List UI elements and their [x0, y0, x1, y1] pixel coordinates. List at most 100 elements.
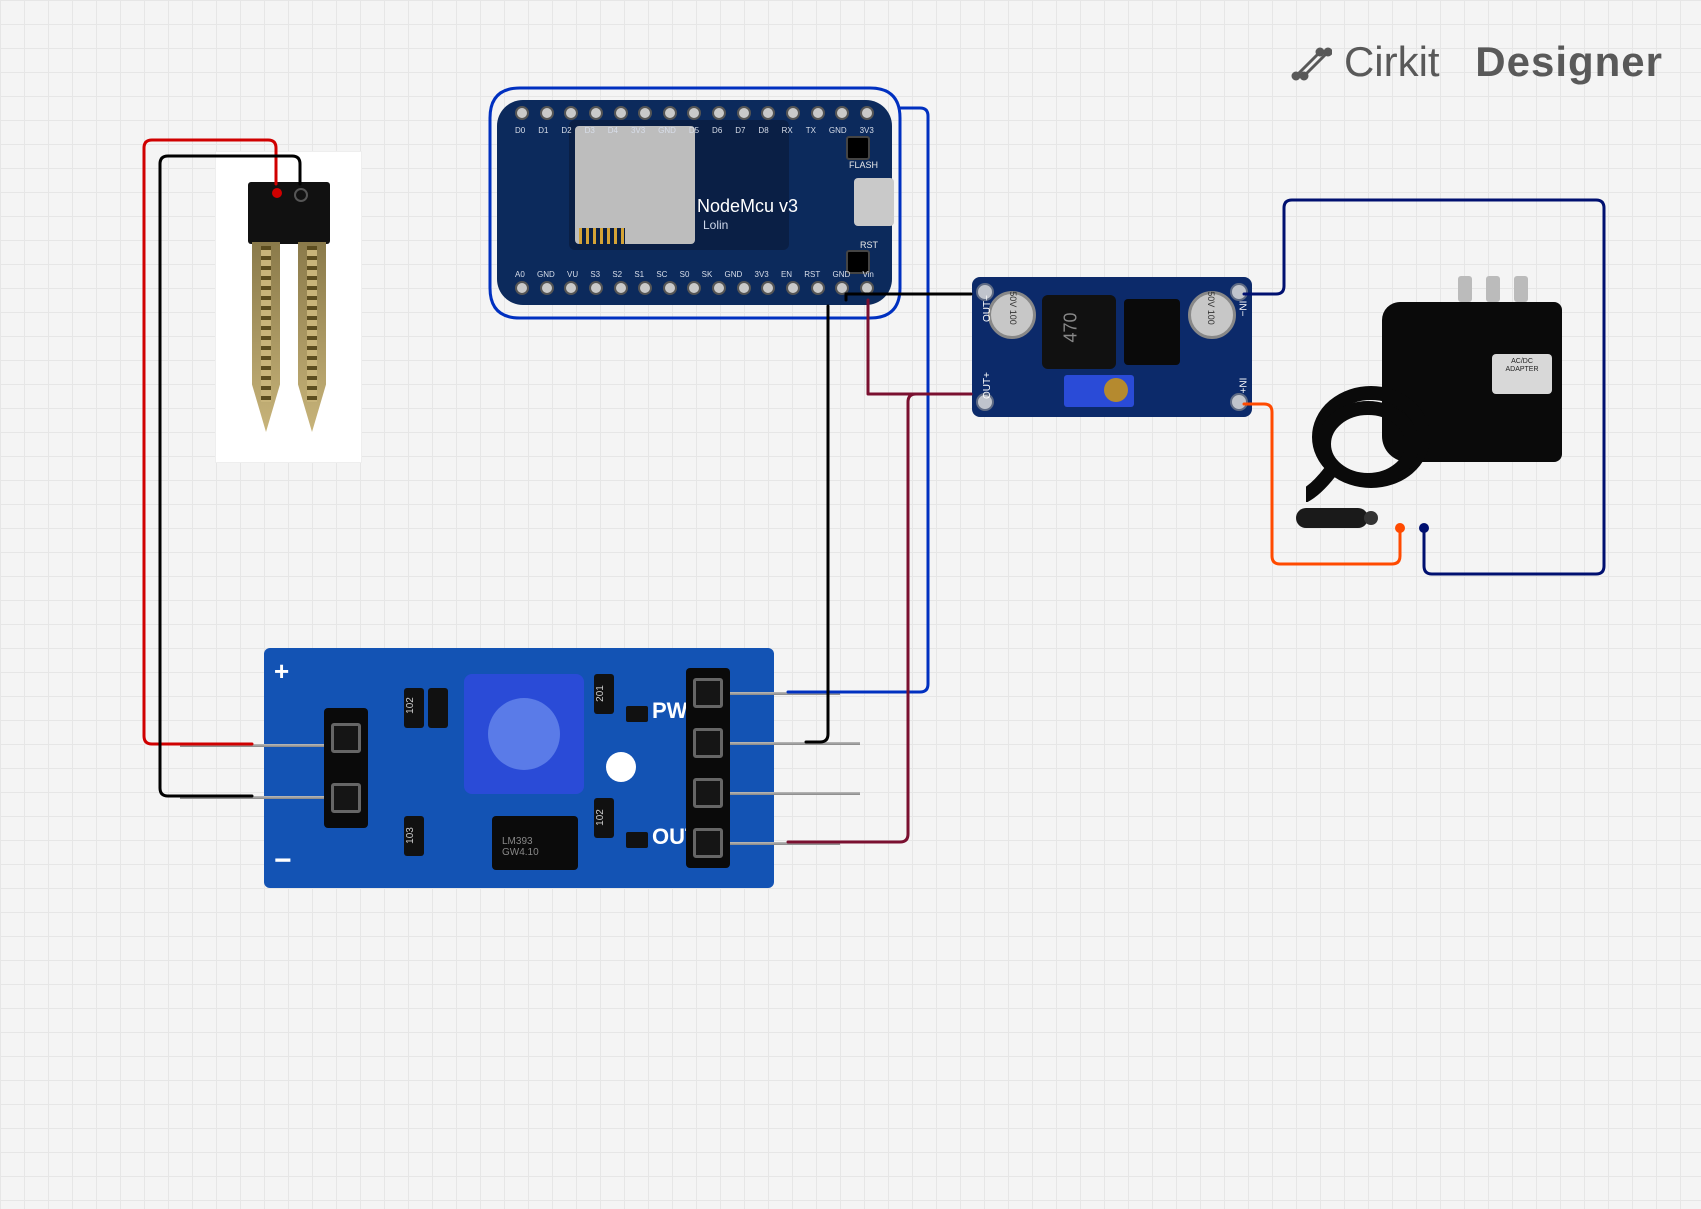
- nodemcu-pin-3v3: [638, 106, 652, 120]
- nodemcu-pin-label-d8: D8: [758, 126, 768, 135]
- probe-leg-left: [252, 242, 280, 432]
- lead-left-plus: [180, 744, 324, 747]
- nodemcu-pin-d0: [515, 106, 529, 120]
- nodemcu-pin-label-s3: S3: [590, 270, 600, 279]
- nodemcu-pin-label-gnd: GND: [832, 270, 850, 279]
- nodemcu-pin-label-3v3: 3V3: [631, 126, 645, 135]
- nodemcu-pin-label-gnd: GND: [537, 270, 555, 279]
- cmp-pin-a0: [693, 828, 723, 858]
- nodemcu-pin-s2: [614, 281, 628, 295]
- power-led: [626, 706, 648, 722]
- wifi-antenna-icon: [579, 228, 625, 244]
- brand-icon: [1288, 40, 1332, 84]
- nodemcu-pin-label-d1: D1: [538, 126, 548, 135]
- smd-r1-val: 102: [405, 697, 416, 714]
- brand-watermark: Cirkit Designer: [1288, 38, 1663, 86]
- component-buck-converter[interactable]: 50V 100 470 50V 100 OUT− OUT+ IN− IN+: [972, 277, 1252, 417]
- probe-pin-minus: [294, 188, 308, 202]
- buck-regulator-chip: [1124, 299, 1180, 365]
- nodemcu-pin-vin: [860, 281, 874, 295]
- lead-gnd: [730, 742, 860, 745]
- nodemcu-pins-bottom: [515, 281, 874, 299]
- cmp-left-pin-plus: [331, 723, 361, 753]
- nodemcu-labels-bottom: A0GNDVUS3S2S1SCS0SKGND3V3ENRSTGNDVin: [515, 270, 874, 279]
- micro-usb-port: [854, 178, 894, 226]
- component-wall-adapter[interactable]: AC/DC ADAPTER: [1302, 302, 1562, 532]
- comparator-right-header: [686, 668, 730, 868]
- nodemcu-pin-gnd: [737, 281, 751, 295]
- nodemcu-pin-label-sk: SK: [702, 270, 713, 279]
- nodemcu-pins-top: [515, 106, 874, 124]
- nodemcu-labels-top: D0D1D2D3D43V3GNDD5D6D7D8RXTXGND3V3: [515, 126, 874, 135]
- buck-cap-in-text: 50V 100: [1206, 291, 1216, 325]
- nodemcu-pin-label-a0: A0: [515, 270, 525, 279]
- nodemcu-pin-label-d7: D7: [735, 126, 745, 135]
- nodemcu-pin-label-d4: D4: [608, 126, 618, 135]
- lead-d0: [730, 792, 860, 795]
- nodemcu-pin-d3: [589, 106, 603, 120]
- nodemcu-pin-label-tx: TX: [806, 126, 816, 135]
- nodemcu-pin-label-s2: S2: [612, 270, 622, 279]
- circuit-canvas[interactable]: Cirkit Designer NodeMcu v3 Lolin FLASH R…: [0, 0, 1701, 1209]
- threshold-potentiometer: [464, 674, 584, 794]
- probe-leg-right: [298, 242, 326, 432]
- nodemcu-pin-gnd: [663, 106, 677, 120]
- adapter-cable-coil: [1306, 372, 1436, 502]
- brand-text-2: Designer: [1475, 38, 1663, 86]
- smd-r2: [428, 688, 448, 728]
- nodemcu-subtitle: Lolin: [703, 218, 728, 232]
- mounting-hole: [606, 752, 636, 782]
- nodemcu-title: NodeMcu v3: [697, 196, 798, 217]
- buck-label-in-plus: IN+: [1237, 378, 1248, 394]
- nodemcu-pin-label-vu: VU: [567, 270, 578, 279]
- nodemcu-pin-rst: [811, 281, 825, 295]
- component-comparator-module[interactable]: + − LM393 GW4.10 102 103 201 102 PWR OUT: [264, 648, 774, 888]
- nodemcu-pin-label-gnd: GND: [658, 126, 676, 135]
- nodemcu-pin-label-d0: D0: [515, 126, 525, 135]
- nodemcu-pin-3v3: [860, 106, 874, 120]
- adapter-barrel-plug: [1296, 508, 1368, 528]
- buck-trimmer: [1064, 375, 1134, 407]
- cmp-pin-d0: [693, 778, 723, 808]
- lead-vcc: [730, 692, 840, 695]
- wire-vin-buck: [868, 300, 971, 394]
- output-led: [626, 832, 648, 848]
- nodemcu-pin-d4: [614, 106, 628, 120]
- cmp-pin-vcc: [693, 678, 723, 708]
- nodemcu-pin-label-en: EN: [781, 270, 792, 279]
- lead-a0: [730, 842, 840, 845]
- buck-label-in-minus: IN−: [1237, 301, 1248, 317]
- smd-r5-val: 102: [595, 809, 606, 826]
- nodemcu-pin-label-gnd: GND: [829, 126, 847, 135]
- nodemcu-pin-vu: [564, 281, 578, 295]
- nodemcu-pin-label-s0: S0: [680, 270, 690, 279]
- buck-cap-out-text: 50V 100: [1008, 291, 1018, 325]
- buck-label-out-plus: OUT+: [982, 372, 993, 399]
- nodemcu-pin-label-gnd: GND: [725, 270, 743, 279]
- component-soil-probe[interactable]: [215, 151, 362, 463]
- nodemcu-pin-d8: [761, 106, 775, 120]
- comparator-minus-label: −: [274, 844, 292, 878]
- nodemcu-pin-gnd: [835, 106, 849, 120]
- wire-cmp-a0: [788, 394, 971, 842]
- buck-pin-in-plus: [1230, 393, 1248, 411]
- buck-inductor-value: 470: [1061, 312, 1082, 342]
- component-nodemcu[interactable]: NodeMcu v3 Lolin FLASH RST D0D1D2D3D43V3…: [497, 100, 892, 305]
- nodemcu-pin-label-vin: Vin: [862, 270, 873, 279]
- nodemcu-pin-label-3v3: 3V3: [755, 270, 769, 279]
- comparator-plus-label: +: [274, 656, 289, 687]
- smd-r4-val: 201: [595, 685, 606, 702]
- nodemcu-pin-gnd: [835, 281, 849, 295]
- nodemcu-pin-gnd: [540, 281, 554, 295]
- smd-r3-val: 103: [405, 827, 416, 844]
- nodemcu-pin-label-d5: D5: [689, 126, 699, 135]
- lm393-chip-text: LM393 GW4.10: [502, 836, 539, 858]
- nodemcu-pin-a0: [515, 281, 529, 295]
- nodemcu-pin-rx: [786, 106, 800, 120]
- cmp-pin-gnd: [693, 728, 723, 758]
- nodemcu-pin-en: [786, 281, 800, 295]
- nodemcu-pin-label-d6: D6: [712, 126, 722, 135]
- cmp-left-pin-minus: [331, 783, 361, 813]
- nodemcu-pin-d2: [564, 106, 578, 120]
- nodemcu-pin-label-rst: RST: [804, 270, 820, 279]
